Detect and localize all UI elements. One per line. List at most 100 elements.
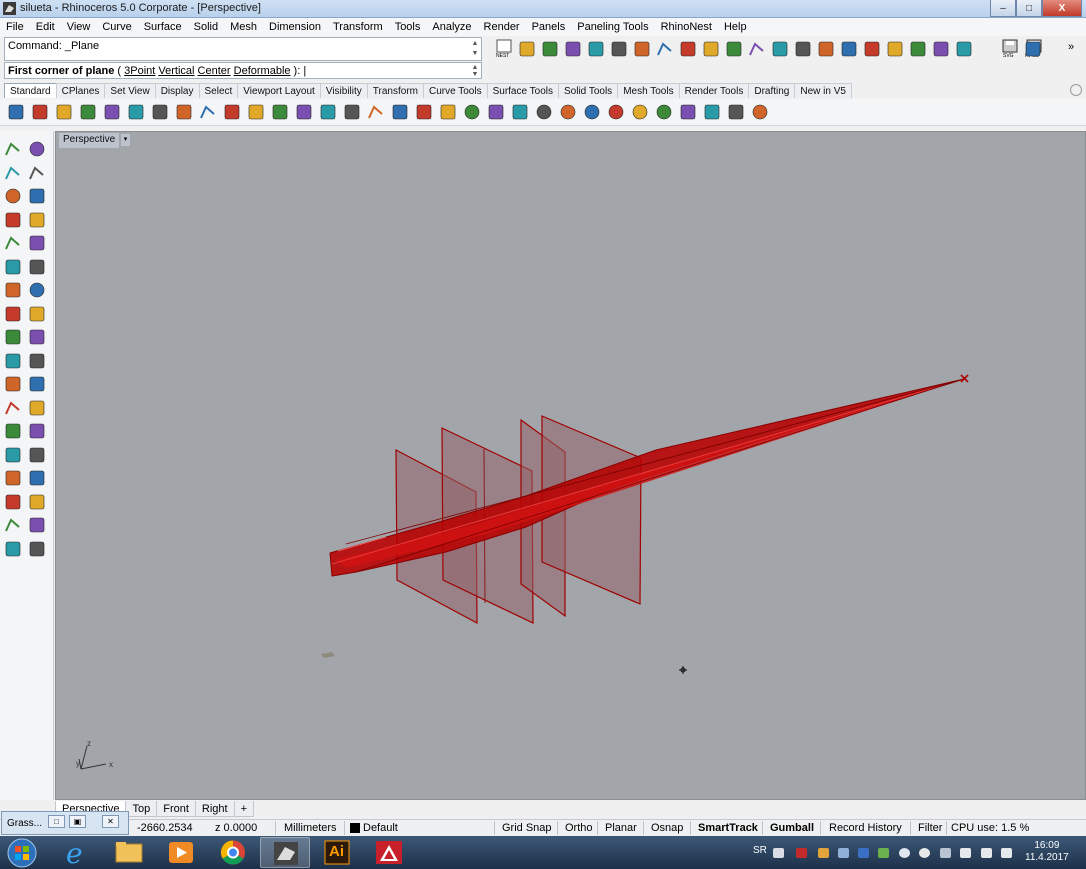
menu-analyze[interactable]: Analyze [426,18,477,36]
trim-icon[interactable] [3,351,23,371]
b-icon[interactable] [931,39,951,59]
select-icon[interactable] [770,39,790,59]
current-layer[interactable]: Default [363,822,398,834]
bbox-icon[interactable] [862,39,882,59]
color-wheel-icon[interactable] [558,102,578,122]
network-tray-icon[interactable] [960,848,971,858]
sphere-icon[interactable] [27,280,47,300]
menu-surface[interactable]: Surface [138,18,188,36]
viewport-tab-top[interactable]: Top [125,801,158,817]
tab-viewport-layout[interactable]: Viewport Layout [237,83,321,98]
nvidia-tray-icon[interactable] [878,848,889,858]
palette-icon[interactable] [908,39,928,59]
menu-curve[interactable]: Curve [96,18,137,36]
nest-sheet-icon[interactable] [609,39,629,59]
acrobat-tray-icon[interactable] [796,848,807,858]
split-icon[interactable] [27,351,47,371]
cut-icon[interactable] [126,102,146,122]
menu-paneling-tools[interactable]: Paneling Tools [571,18,654,36]
scale-icon[interactable] [27,398,47,418]
group-icon[interactable] [27,374,47,394]
grid-icon[interactable] [885,39,905,59]
viewport-tab-front[interactable]: Front [156,801,196,817]
polygon-icon[interactable] [3,210,23,230]
illustrator-icon[interactable]: Ai [312,837,362,868]
tool-icon[interactable] [839,39,859,59]
nest-pack-icon[interactable] [563,39,583,59]
zoom-extents-icon[interactable] [318,102,338,122]
new-icon[interactable] [6,102,26,122]
toggle-filter[interactable]: Filter [918,822,942,834]
dots-icon[interactable] [793,39,813,59]
toggle-osnap[interactable]: Osnap [651,822,683,834]
ellipse-icon[interactable] [27,186,47,206]
render-sphere-icon[interactable] [582,102,602,122]
hatch-icon[interactable] [27,468,47,488]
save-svg-icon[interactable]: SVG [1000,39,1020,59]
security-tray-icon[interactable] [899,848,910,858]
frame-icon[interactable] [954,39,974,59]
text-icon[interactable] [3,421,23,441]
toggle-smarttrack[interactable]: SmartTrack [698,822,758,834]
blue-shape-icon[interactable] [678,39,698,59]
four-viewports-icon[interactable] [390,102,410,122]
box-icon[interactable] [3,280,23,300]
zoom-window-icon[interactable] [294,102,314,122]
arc-icon[interactable] [3,233,23,253]
rectangle-icon[interactable] [27,210,47,230]
zoom-selected-icon[interactable] [342,102,362,122]
copy-icon[interactable] [150,102,170,122]
gh-close-button[interactable]: ✕ [102,815,119,828]
app-tray-icon[interactable] [940,848,951,858]
toggle-grid-snap[interactable]: Grid Snap [502,822,552,834]
tab-new-in-v5[interactable]: New in V5 [794,83,852,98]
array-icon[interactable] [27,421,47,441]
system-clock[interactable]: 16:09 11.4.2017 [1025,840,1069,864]
open-icon[interactable] [30,102,50,122]
cylinder-icon[interactable] [3,304,23,324]
surface-icon[interactable] [3,257,23,277]
tab-cplanes[interactable]: CPlanes [55,83,106,98]
menu-dimension[interactable]: Dimension [263,18,327,36]
star-icon[interactable] [724,39,744,59]
folder-icon[interactable] [816,39,836,59]
import-icon[interactable] [102,102,122,122]
select-arrow-icon[interactable] [3,139,23,159]
app-tray-icon[interactable] [858,848,869,858]
keyboard-tray-icon[interactable] [773,848,784,858]
ghost-sphere-icon[interactable] [630,102,650,122]
media-player-icon[interactable] [156,837,206,868]
bend-icon[interactable] [3,515,23,535]
minimize-button[interactable]: – [990,0,1016,17]
undo-icon[interactable] [198,102,218,122]
layers-icon[interactable] [517,39,537,59]
menu-transform[interactable]: Transform [327,18,389,36]
tab-mesh-tools[interactable]: Mesh Tools [617,83,680,98]
input-language[interactable]: SR [753,845,767,856]
tab-transform[interactable]: Transform [366,83,424,98]
pipe-icon[interactable] [27,304,47,324]
toggle-gumball[interactable]: Gumball [770,822,814,834]
toolbar-options-gear-icon[interactable] [1070,84,1082,96]
render-icon[interactable] [3,539,23,559]
toggle-ortho[interactable]: Ortho [565,822,593,834]
tab-set-view[interactable]: Set View [104,83,156,98]
curve-end-marker[interactable] [960,374,969,383]
gear-icon[interactable] [3,327,23,347]
paint-icon[interactable] [27,539,47,559]
boolean-icon[interactable] [3,374,23,394]
menu-mesh[interactable]: Mesh [224,18,263,36]
blue-sphere-icon[interactable] [654,102,674,122]
add-viewport-tab-icon[interactable]: + [233,801,255,817]
nest-export-icon[interactable] [632,39,652,59]
explode-icon[interactable] [27,327,47,347]
autocad-icon[interactable] [364,837,414,868]
display-tray-icon[interactable] [981,848,992,858]
small-object[interactable] [321,652,335,658]
toolbar-overflow-icon[interactable]: » [1068,41,1074,53]
volume-tray-icon[interactable] [1001,848,1012,858]
tab-solid-tools[interactable]: Solid Tools [558,83,619,98]
app-tray-icon[interactable] [818,848,829,858]
car-icon[interactable] [414,102,434,122]
app-tray-icon[interactable] [919,848,930,858]
